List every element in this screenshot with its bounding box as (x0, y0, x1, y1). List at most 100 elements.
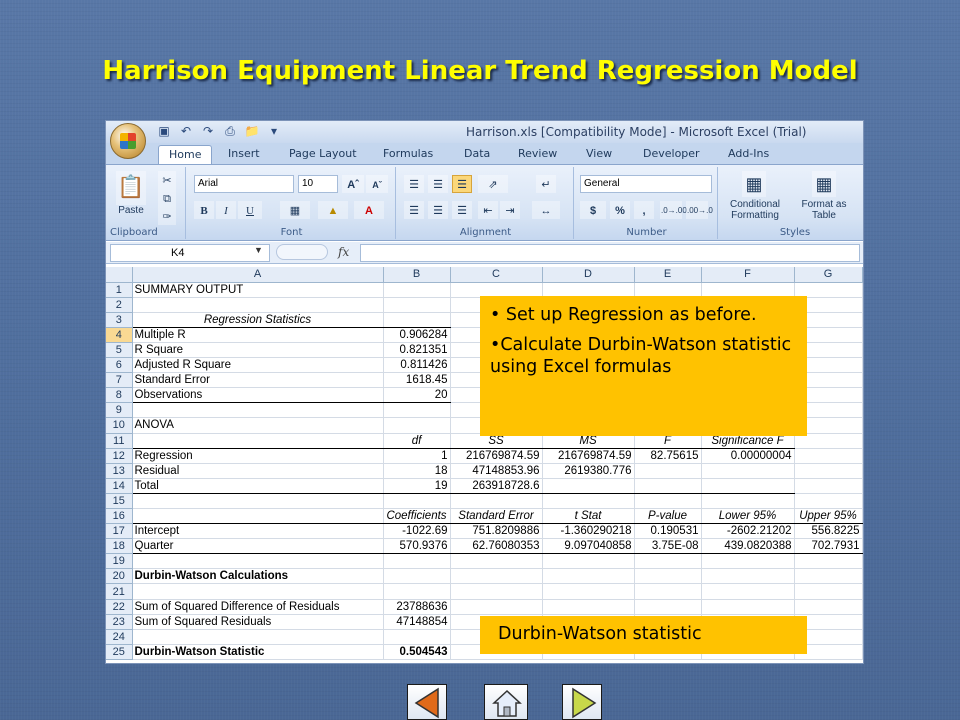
increase-indent-icon[interactable]: ⇥ (500, 201, 520, 219)
underline-icon[interactable]: U (238, 201, 262, 219)
cell-e12[interactable]: 82.75615 (634, 448, 702, 464)
cell-e18[interactable]: 3.75E-08 (634, 538, 702, 555)
row-header[interactable]: 24 (106, 629, 133, 645)
cell-g14[interactable] (794, 478, 863, 494)
cell-a8[interactable]: Observations (132, 387, 384, 404)
cell-e17[interactable]: 0.190531 (634, 523, 702, 540)
cell-b2[interactable] (383, 297, 451, 313)
cell-f12[interactable]: 0.00000004 (701, 448, 795, 464)
name-box[interactable]: K4 (110, 244, 270, 262)
cell-c1[interactable] (450, 282, 543, 298)
cell-e15[interactable] (634, 493, 702, 510)
save-icon[interactable]: ▣ (156, 124, 172, 139)
cell-c20[interactable] (450, 568, 543, 585)
cell-a12[interactable]: Regression (132, 448, 384, 464)
cell-e13[interactable] (634, 463, 702, 479)
cell-a1[interactable]: SUMMARY OUTPUT (132, 282, 384, 298)
previous-slide-button[interactable] (407, 684, 447, 720)
row-header[interactable]: 16 (106, 508, 133, 525)
wrap-text-icon[interactable]: ↵ (536, 175, 556, 193)
tab-formulas[interactable]: Formulas (383, 147, 433, 160)
cell-b3[interactable] (383, 311, 451, 328)
cell-g16[interactable]: Upper 95% (794, 507, 863, 525)
cell-b18[interactable]: 570.9376 (383, 538, 451, 555)
insert-function-icon[interactable]: fx (338, 245, 349, 259)
row-header[interactable]: 18 (106, 538, 133, 555)
cell-d13[interactable]: 2619380.776 (542, 463, 635, 479)
cell-a22[interactable]: Sum of Squared Difference of Residuals (132, 599, 384, 615)
cell-f15[interactable] (701, 493, 795, 510)
cell-b4[interactable]: 0.906284 (383, 327, 451, 343)
paste-button[interactable]: Paste (114, 205, 148, 216)
tab-home[interactable]: Home (158, 145, 213, 164)
cell-b9[interactable] (383, 402, 451, 419)
cell-e21[interactable] (634, 583, 702, 600)
cell-d16[interactable]: t Stat (542, 507, 635, 525)
decrease-decimal-icon[interactable]: .00→.0 (686, 201, 713, 219)
cell-b5[interactable]: 0.821351 (383, 342, 451, 359)
tab-data[interactable]: Data (464, 147, 490, 160)
cell-a6[interactable]: Adjusted R Square (132, 357, 384, 374)
shrink-font-icon[interactable]: Aˇ (366, 175, 388, 193)
cell-f20[interactable] (701, 568, 795, 585)
cell-g18[interactable]: 702.7931 (794, 538, 863, 555)
cell-a18[interactable]: Quarter (132, 538, 384, 555)
orientation-icon[interactable]: ⇗ (478, 175, 508, 193)
cell-b13[interactable]: 18 (383, 463, 451, 479)
font-size-select[interactable]: 10 (298, 175, 338, 193)
redo-icon[interactable]: ↷ (200, 124, 216, 139)
cell-d15[interactable] (542, 493, 635, 510)
cell-a7[interactable]: Standard Error (132, 372, 384, 389)
cell-c13[interactable]: 47148853.96 (450, 463, 543, 479)
cell-d19[interactable] (542, 553, 635, 570)
align-bottom-icon[interactable]: ☰ (452, 175, 472, 193)
row-header[interactable]: 1 (106, 282, 133, 298)
tab-view[interactable]: View (586, 147, 612, 160)
cell-a10[interactable]: ANOVA (132, 417, 384, 434)
cell-c16[interactable]: Standard Error (450, 507, 543, 525)
cell-e19[interactable] (634, 553, 702, 570)
cell-d14[interactable] (542, 478, 635, 494)
tab-add-ins[interactable]: Add-Ins (728, 147, 769, 160)
column-header-f[interactable]: F (701, 267, 795, 283)
cell-e16[interactable]: P-value (634, 507, 702, 525)
paste-icon[interactable]: 📋 (116, 171, 146, 205)
cell-b10[interactable] (383, 417, 451, 434)
cell-a20[interactable]: Durbin-Watson Calculations (132, 568, 384, 585)
cell-a3[interactable]: Regression Statistics (132, 311, 384, 328)
row-header[interactable]: 22 (106, 599, 133, 615)
cell-c19[interactable] (450, 553, 543, 570)
format-as-table-icon[interactable]: ▦ (812, 171, 836, 197)
cell-a24[interactable] (132, 629, 384, 645)
column-header-g[interactable]: G (794, 267, 863, 283)
align-top-icon[interactable]: ☰ (404, 175, 424, 193)
column-header-b[interactable]: B (383, 267, 451, 283)
row-header[interactable]: 17 (106, 523, 133, 540)
align-left-icon[interactable]: ☰ (404, 201, 424, 219)
increase-decimal-icon[interactable]: .0→.00 (660, 201, 687, 219)
row-header[interactable]: 14 (106, 478, 133, 494)
formula-input[interactable] (360, 244, 860, 262)
conditional-formatting-icon[interactable]: ▦ (742, 171, 766, 197)
cell-a21[interactable] (132, 583, 384, 600)
grow-font-icon[interactable]: Aˆ (342, 175, 364, 193)
row-header[interactable]: 21 (106, 583, 133, 600)
cell-d1[interactable] (542, 282, 635, 298)
row-header[interactable]: 23 (106, 614, 133, 630)
cell-f22[interactable] (701, 599, 795, 615)
row-header[interactable]: 2 (106, 297, 133, 313)
copy-icon[interactable]: ⧉ (158, 189, 176, 207)
cell-a15[interactable] (132, 493, 384, 510)
select-all-corner[interactable] (106, 267, 133, 283)
align-center-icon[interactable]: ☰ (428, 201, 448, 219)
cell-f16[interactable]: Lower 95% (701, 507, 795, 525)
row-header[interactable]: 12 (106, 448, 133, 464)
percent-icon[interactable]: % (610, 201, 630, 219)
tab-developer[interactable]: Developer (643, 147, 700, 160)
cell-a11[interactable] (132, 432, 384, 449)
row-header[interactable]: 13 (106, 463, 133, 479)
cell-g12[interactable] (794, 448, 863, 464)
cell-e14[interactable] (634, 478, 702, 494)
cell-b16[interactable]: Coefficients (383, 507, 451, 525)
cell-a14[interactable]: Total (132, 478, 384, 494)
